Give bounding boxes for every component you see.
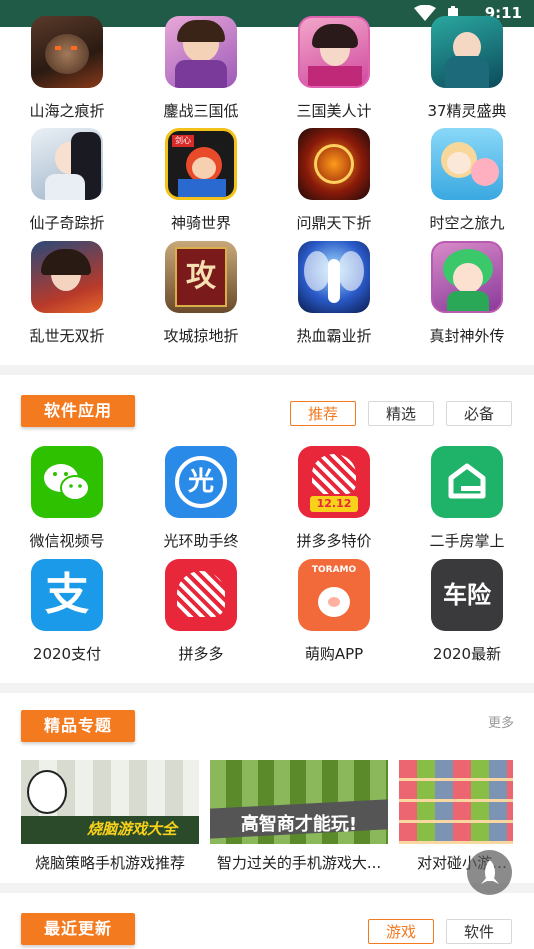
topic-card[interactable]: 高智商才能玩! 智力过关的手机游戏大... <box>210 760 388 873</box>
game-icon-warrior-woman <box>165 16 237 88</box>
section-title: 最近更新 <box>21 913 135 945</box>
topic-caption: 烧脑游戏大全 <box>86 820 177 838</box>
wechat-icon <box>31 446 103 518</box>
recent-section: 最近更新 游戏 软件 <box>0 893 534 949</box>
pinduoduo-icon <box>165 559 237 631</box>
guanghuan-glyph: 光 <box>175 456 227 508</box>
app-label: 微信视频号 <box>29 532 105 550</box>
topic-caption: 高智商才能玩! <box>240 814 358 835</box>
app-item[interactable]: 12.12 拼多多特价 <box>279 446 389 551</box>
game-item[interactable]: 乱世无双折 <box>12 241 122 346</box>
game-label: 神骑世界 <box>170 214 231 232</box>
app-label: 萌购APP <box>304 645 364 663</box>
house-icon <box>431 446 503 518</box>
app-item[interactable]: 拼多多 <box>146 559 256 664</box>
section-title: 软件应用 <box>21 395 135 427</box>
app-item[interactable]: TORAMO 萌购APP <box>279 559 389 664</box>
topic-card[interactable]: 烧脑游戏大全 烧脑策略手机游戏推荐 <box>21 760 199 873</box>
toramo-brand: TORAMO <box>311 565 357 575</box>
app-item[interactable]: 车险 2020最新 <box>412 559 522 664</box>
game-item[interactable]: 仙子奇踪折 <box>12 128 122 233</box>
game-item[interactable]: 鏖战三国低 <box>146 16 256 121</box>
game-label: 真封神外传 <box>429 327 505 345</box>
topic-image: 烧脑游戏大全 <box>21 760 199 844</box>
game-icon-beast <box>31 16 103 88</box>
game-item[interactable]: 剑心 神骑世界 <box>146 128 256 233</box>
game-label: 攻城掠地折 <box>163 327 239 345</box>
game-label: 问鼎天下折 <box>296 214 372 232</box>
app-item[interactable]: 微信视频号 <box>12 446 122 551</box>
games-section: 山海之痕折 鏖战三国低 三国美人计 37精灵盛典 仙子奇踪折 剑心 神骑世界 问… <box>0 16 534 365</box>
game-label: 时空之旅九 <box>429 214 505 232</box>
app-item[interactable]: 二手房掌上 <box>412 446 522 551</box>
game-item[interactable]: 问鼎天下折 <box>279 128 389 233</box>
game-label: 热血霸业折 <box>296 327 372 345</box>
game-label: 山海之痕折 <box>29 102 105 120</box>
game-item[interactable]: 攻 攻城掠地折 <box>146 241 256 346</box>
game-label: 三国美人计 <box>296 102 372 120</box>
game-icon-beauty <box>298 16 370 88</box>
topic-image <box>399 760 513 844</box>
topics-section: 精品专题 更多 烧脑游戏大全 烧脑策略手机游戏推荐 高智商才能玩! 智力过关的手… <box>0 693 534 883</box>
topic-label: 智力过关的手机游戏大... <box>216 854 382 872</box>
game-icon-dragon <box>298 128 370 200</box>
app-label: 拼多多 <box>178 645 224 663</box>
app-label: 2020支付 <box>32 645 102 663</box>
toramo-icon: TORAMO <box>298 559 370 631</box>
game-label: 鏖战三国低 <box>163 102 239 120</box>
alipay-icon: 支 <box>31 559 103 631</box>
topic-label: 烧脑策略手机游戏推荐 <box>34 854 185 872</box>
alipay-glyph: 支 <box>45 569 89 620</box>
filter-selected[interactable]: 精选 <box>368 401 434 426</box>
game-icon-angel <box>298 241 370 313</box>
apps-section: 软件应用 推荐 精选 必备 微信视频号 光 光环助手终 12.12 拼多多特价 <box>0 375 534 683</box>
app-label: 拼多多特价 <box>296 532 372 550</box>
game-icon-travel <box>431 128 503 200</box>
game-item[interactable]: 三国美人计 <box>279 16 389 121</box>
game-icon-fairy <box>31 128 103 200</box>
filter-essential[interactable]: 必备 <box>446 401 512 426</box>
filter-games[interactable]: 游戏 <box>368 919 434 944</box>
app-item[interactable]: 光 光环助手终 <box>146 446 256 551</box>
game-label: 仙子奇踪折 <box>29 214 105 232</box>
pinduoduo-1212-icon: 12.12 <box>298 446 370 518</box>
sale-badge: 12.12 <box>310 496 358 512</box>
game-item[interactable]: 热血霸业折 <box>279 241 389 346</box>
game-icon-green-girl <box>431 241 503 313</box>
app-item[interactable]: 支 2020支付 <box>12 559 122 664</box>
app-label: 2020最新 <box>432 645 502 663</box>
game-item[interactable]: 山海之痕折 <box>12 16 122 121</box>
car-insurance-icon: 车险 <box>431 559 503 631</box>
game-item[interactable]: 真封神外传 <box>412 241 522 346</box>
game-icon-siege: 攻 <box>165 241 237 313</box>
game-icon-elf <box>431 16 503 88</box>
section-title: 精品专题 <box>21 710 135 742</box>
more-link[interactable]: 更多 <box>488 712 514 731</box>
app-label: 光环助手终 <box>163 532 239 550</box>
game-label: 37精灵盛典 <box>427 102 507 120</box>
game-item[interactable]: 时空之旅九 <box>412 128 522 233</box>
guanghuan-icon: 光 <box>165 446 237 518</box>
game-item[interactable]: 37精灵盛典 <box>412 16 522 121</box>
game-icon-heroine <box>31 241 103 313</box>
car-insurance-glyph: 车险 <box>443 581 491 609</box>
game-label: 乱世无双折 <box>29 327 105 345</box>
app-label: 二手房掌上 <box>429 532 505 550</box>
rocket-icon <box>480 859 499 884</box>
topic-image: 高智商才能玩! <box>210 760 388 844</box>
filter-software[interactable]: 软件 <box>446 919 512 944</box>
game-icon-knight: 剑心 <box>165 128 237 200</box>
filter-recommended[interactable]: 推荐 <box>290 401 356 426</box>
scroll-top-button[interactable] <box>467 850 512 895</box>
